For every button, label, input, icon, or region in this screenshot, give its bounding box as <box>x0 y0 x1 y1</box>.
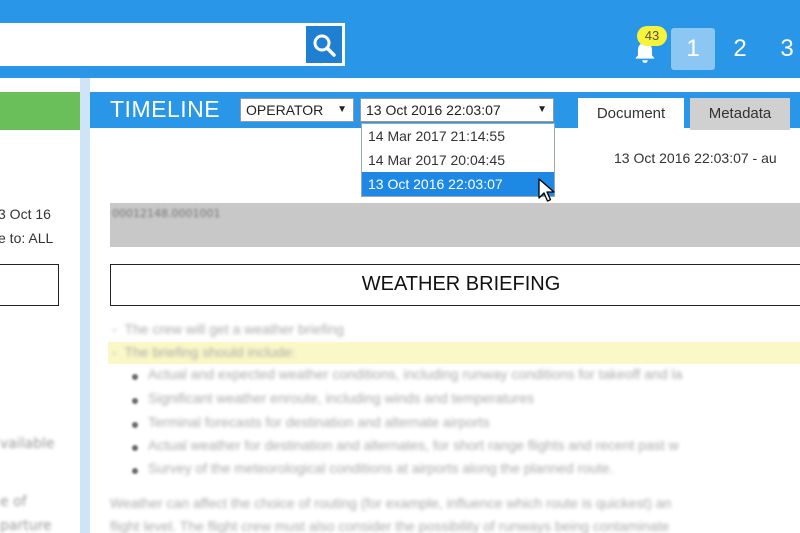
panel-divider[interactable] <box>80 78 90 533</box>
search-icon <box>313 34 336 57</box>
page-2-button[interactable]: 2 <box>718 28 762 70</box>
bullet-text: Survey of the meteorological conditions … <box>148 460 614 476</box>
left-panel-header <box>0 92 80 130</box>
left-blur-line-2: e of <box>0 494 27 510</box>
bullet-dot <box>132 374 138 380</box>
date-option[interactable]: 14 Mar 2017 20:04:45 <box>362 148 554 172</box>
left-box <box>0 264 59 306</box>
bullet-dot <box>132 398 138 404</box>
notification-badge: 43 <box>637 26 667 46</box>
page-3-button[interactable]: 3 <box>765 28 800 70</box>
tab-metadata[interactable]: Metadata <box>690 98 790 130</box>
mouse-cursor-icon <box>538 178 555 202</box>
left-blur-line-1: vailable <box>0 436 55 452</box>
left-visibility-text: e to: ALL <box>0 230 54 246</box>
bullet-dot <box>132 445 138 451</box>
section-title-box: WEATHER BRIEFING <box>110 264 800 306</box>
left-panel: 3 Oct 16 e to: ALL vailable e of parture <box>0 78 80 533</box>
date-select-value: 13 Oct 2016 22:03:07 <box>366 102 501 118</box>
bullet-text: Terminal forecasts for destination and a… <box>148 414 490 430</box>
section-title: WEATHER BRIEFING <box>361 273 561 295</box>
operator-select-value: OPERATOR <box>246 102 324 118</box>
main-panel: TIMELINE OPERATOR ▼ 13 Oct 2016 22:03:07… <box>90 78 800 533</box>
bullet-text: Actual weather for destination and alter… <box>148 437 679 453</box>
bullet-dot <box>132 422 138 428</box>
date-select[interactable]: 13 Oct 2016 22:03:07 ▼ <box>360 98 554 122</box>
page-1-button[interactable]: 1 <box>671 28 715 70</box>
document-id: 00012148.0001001 <box>112 207 221 220</box>
date-dropdown-list: 14 Mar 2017 21:14:55 14 Mar 2017 20:04:4… <box>361 123 555 197</box>
date-option[interactable]: 14 Mar 2017 21:14:55 <box>362 124 554 148</box>
bullet-text: Actual and expected weather conditions, … <box>148 366 683 382</box>
left-date-text: 3 Oct 16 <box>0 206 51 222</box>
caret-down-icon: ▼ <box>537 104 547 115</box>
caret-down-icon: ▼ <box>337 104 347 115</box>
top-bar: 43 1 2 3 <box>0 0 800 78</box>
paragraph-line: Weather can affect the choice of routing… <box>110 495 672 511</box>
timeline-title: TIMELINE <box>110 96 221 122</box>
left-blur-line-3: parture <box>0 518 52 533</box>
document-id-bar: 00012148.0001001 <box>110 203 800 247</box>
item-line: - The briefing should include: <box>112 344 296 360</box>
bullet-dot <box>132 468 138 474</box>
paragraph-line: flight level. The flight crew must also … <box>110 518 670 533</box>
search-input[interactable] <box>0 23 305 66</box>
search-button[interactable] <box>303 23 345 66</box>
operator-select[interactable]: OPERATOR ▼ <box>240 98 354 122</box>
bullet-text: Significant weather enroute, including w… <box>148 390 535 406</box>
tab-document[interactable]: Document <box>578 98 684 130</box>
date-option-selected[interactable]: 13 Oct 2016 22:03:07 <box>362 172 554 196</box>
item-line: - The crew will get a weather briefing <box>112 321 344 337</box>
document-meta-line: 13 Oct 2016 22:03:07 - au <box>614 150 777 166</box>
